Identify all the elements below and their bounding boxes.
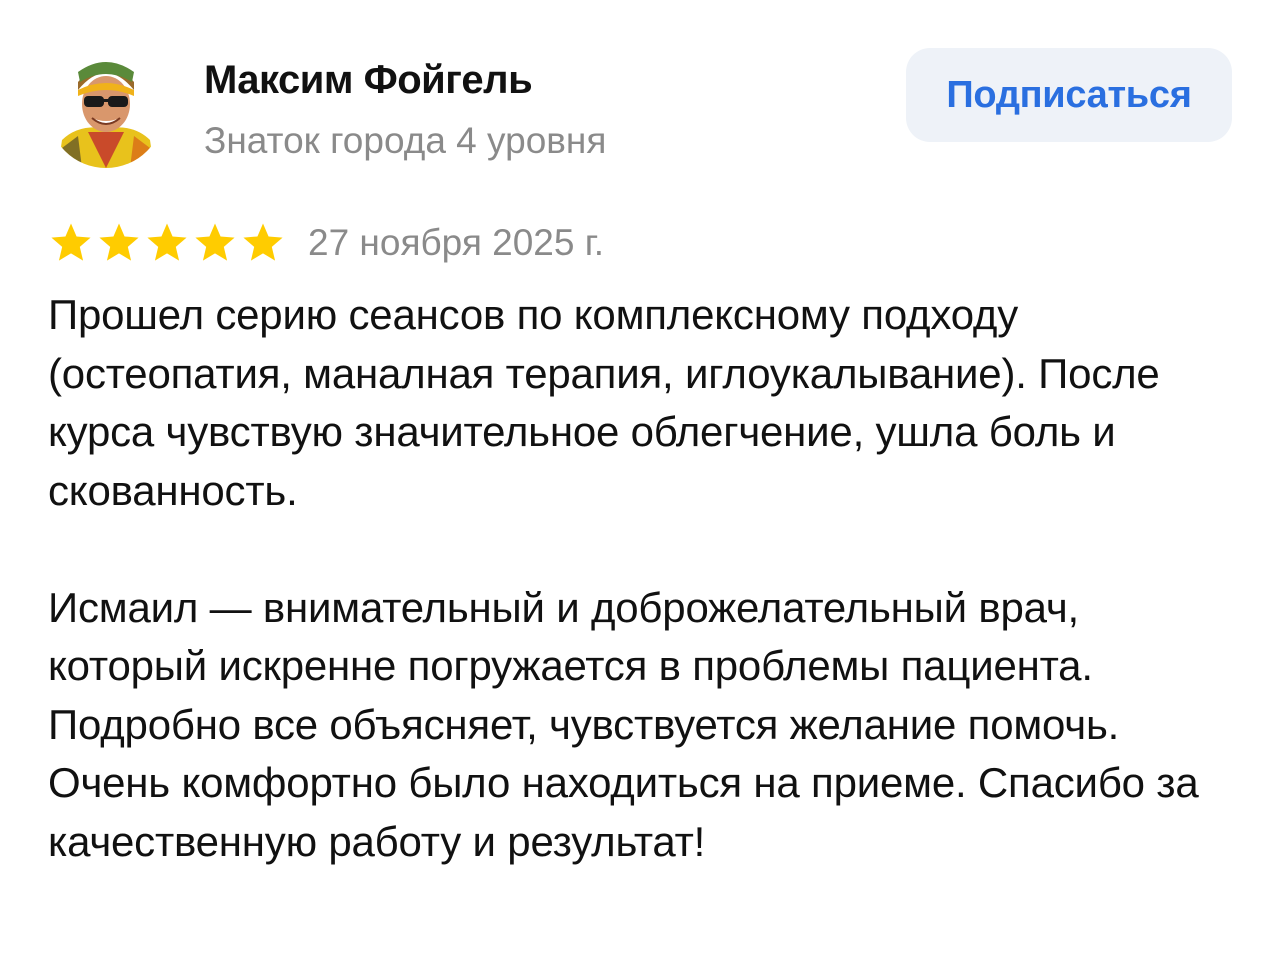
avatar[interactable] bbox=[48, 52, 164, 168]
subscribe-button[interactable]: Подписаться bbox=[906, 48, 1232, 142]
star-icon bbox=[195, 223, 235, 261]
star-icon bbox=[147, 223, 187, 261]
star-rating bbox=[48, 220, 286, 266]
star-icon bbox=[99, 223, 139, 261]
user-photo-avatar-icon bbox=[48, 52, 164, 168]
author-level: Знаток города 4 уровня bbox=[204, 120, 607, 161]
author-name[interactable]: Максим Фойгель bbox=[204, 58, 533, 103]
review-paragraph: Прошел серию сеансов по комплексному под… bbox=[48, 291, 1160, 514]
review-card: Максим Фойгель Знаток города 4 уровня По… bbox=[0, 0, 1280, 971]
rating-row: 27 ноября 2025 г. bbox=[48, 218, 604, 268]
review-text: Прошел серию сеансов по комплексному под… bbox=[48, 286, 1248, 871]
review-date: 27 ноября 2025 г. bbox=[308, 222, 604, 263]
star-icon bbox=[51, 223, 91, 261]
review-header: Максим Фойгель Знаток города 4 уровня По… bbox=[48, 48, 1232, 172]
review-paragraph: Исмаил — внимательный и доброжелательный… bbox=[48, 583, 1199, 865]
star-icon bbox=[243, 223, 283, 261]
